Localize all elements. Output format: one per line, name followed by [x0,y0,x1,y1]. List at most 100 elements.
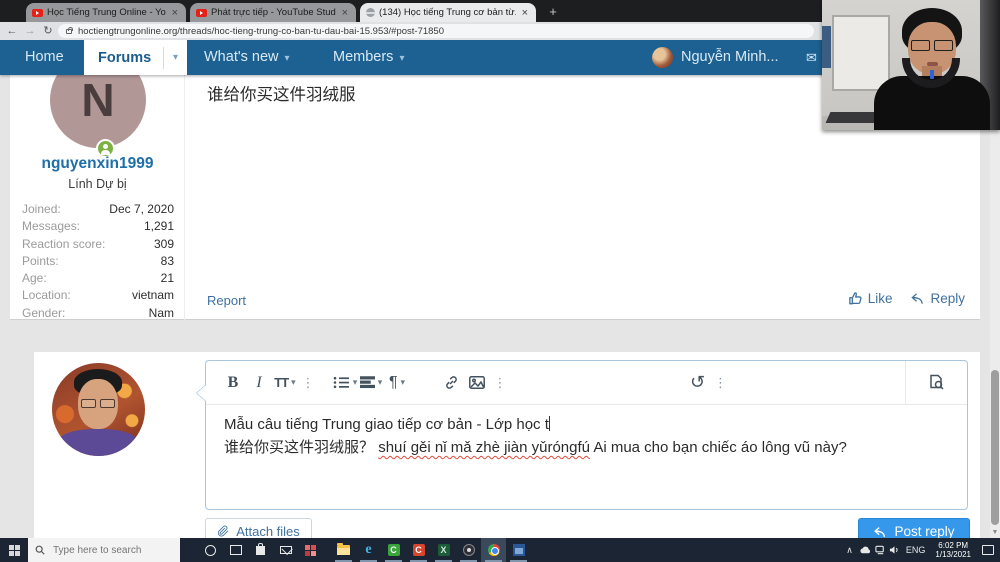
stat-row: Points: 83 [22,253,174,268]
nav-user-avatar[interactable] [652,47,673,68]
bold-button[interactable]: B [220,368,246,398]
chevron-down-icon[interactable]: ▾ [163,46,187,69]
undo-button[interactable]: ↺ [685,368,711,398]
pen [930,70,934,79]
app-icon-red-grid[interactable] [298,538,323,562]
author-username[interactable]: nguyenxin1999 [10,155,185,173]
network-icon[interactable] [875,545,886,555]
excel-icon[interactable]: X [431,538,456,562]
nav-members[interactable]: Members ▾ [333,40,404,75]
camtasia-red-icon[interactable]: C [406,538,431,562]
more-options-icon[interactable]: ⋮ [298,368,318,398]
back-icon[interactable]: ← [4,23,20,39]
store-icon[interactable] [248,538,273,562]
browser-tab-3-active[interactable]: (134) Học tiếng Trung cơ bản từ... × [360,3,536,22]
start-button[interactable] [0,538,28,562]
editor-pointer [197,385,206,401]
more-options-icon[interactable]: ⋮ [490,368,510,398]
action-center-icon[interactable] [982,545,994,555]
chrome-icon[interactable] [481,538,506,562]
attach-files-button[interactable]: Attach files [205,518,312,538]
paragraph-format-button[interactable]: ¶ ▾ [384,368,410,398]
stat-row: Messages: 1,291 [22,219,174,234]
post-reply-button[interactable]: Post reply [858,518,970,538]
tab-title: Phát trực tiếp - YouTube Studio [211,7,336,18]
wall-poster [822,26,831,68]
photos-icon[interactable] [506,538,531,562]
reply-button[interactable]: Reply [910,291,965,306]
thumbs-up-icon [848,292,862,305]
chevron-down-icon: ▾ [400,377,406,387]
tab-close-icon[interactable]: × [170,7,180,18]
edge-icon[interactable]: e [356,538,381,562]
inbox-envelope-icon[interactable]: ✉ [806,40,817,75]
globe-favicon [366,8,375,17]
hidden-icons-chevron[interactable]: ∧ [843,545,856,556]
taskbar-search[interactable] [28,538,180,562]
forward-icon[interactable]: → [22,23,38,39]
post-author-cell: N nguyenxin1999 Lính Dự bị Joined: Dec 7,… [10,75,185,320]
reply-editor[interactable]: B I TT ▾ ⋮ ▾ ▾ ¶ ▾ ⋮ ↺ ⋮ Mẫu câu tiếng T… [197,360,968,510]
nav-home[interactable]: Home [25,40,64,75]
task-view-icon[interactable] [223,538,248,562]
preview-icon [930,374,944,390]
preview-button[interactable] [905,360,967,405]
search-input[interactable] [51,543,161,557]
italic-button[interactable]: I [246,368,272,398]
lock-icon [66,26,73,34]
chevron-down-icon: ▾ [291,377,296,387]
speaker-icon[interactable] [889,545,900,555]
new-tab-button[interactable]: + [544,3,562,21]
clock-time: 6:02 PM [938,541,969,550]
nav-whats-new[interactable]: What's new ▾ [204,40,290,75]
nav-user-name[interactable]: Nguyễn Minh... [681,40,779,75]
report-link[interactable]: Report [207,293,246,308]
onedrive-cloud-icon[interactable] [859,546,872,555]
browser-tab-2[interactable]: Phát trực tiếp - YouTube Studio × [190,3,356,22]
text-caret [548,416,550,431]
align-button[interactable]: ▾ [358,368,384,398]
nav-forums-active[interactable]: Forums ▾ [84,40,187,75]
post-message-text: 谁给你买这件羽绒服 [207,86,356,104]
file-explorer-icon[interactable] [331,538,356,562]
stat-row: Age: 21 [22,271,174,286]
tab-close-icon[interactable]: × [340,7,350,18]
insert-link-button[interactable] [438,368,464,398]
camtasia-green-icon[interactable]: C [381,538,406,562]
windows-logo-icon [8,544,20,556]
clock-date: 1/13/2021 [935,550,971,559]
screen: Học Tiếng Trung Online - YouTu... × Phát… [0,0,1000,562]
laptop [825,112,881,123]
refresh-icon[interactable]: ↻ [40,23,56,39]
current-user-avatar[interactable] [52,363,145,456]
stat-row: Gender: Nam [22,305,174,320]
language-indicator[interactable]: ENG [903,545,929,555]
obs-icon[interactable] [456,538,481,562]
scroll-down-arrow[interactable]: ▼ [990,528,1000,538]
insert-image-button[interactable] [464,368,490,398]
cortana-icon[interactable] [198,538,223,562]
url-field[interactable]: hoctiengtrungonline.org/threads/hoc-tien… [58,24,814,38]
editor-line-2: 谁给你买这件羽绒服？ shuí gěi nǐ mǎ zhè jiàn yǔrón… [224,439,847,456]
align-icon [359,376,375,389]
tab-title: (134) Học tiếng Trung cơ bản từ... [379,7,516,18]
author-stats: Joined: Dec 7, 2020 Messages: 1,291 Reacti… [22,201,174,322]
author-avatar[interactable]: N [50,75,146,148]
image-icon [469,376,485,389]
like-button[interactable]: Like [848,291,892,306]
browser-tab-1[interactable]: Học Tiếng Trung Online - YouTu... × [26,3,186,22]
stat-row: Joined: Dec 7, 2020 [22,202,174,216]
taskbar-clock[interactable]: 6:02 PM 1/13/2021 [931,541,975,559]
editor-text[interactable]: Mẫu câu tiếng Trung giao tiếp cơ bản - L… [224,413,953,459]
chevron-down-icon: ▾ [284,53,290,64]
tab-close-icon[interactable]: × [520,7,530,18]
font-size-button[interactable]: TT ▾ [272,368,298,398]
mail-icon[interactable] [273,538,298,562]
youtube-favicon [196,8,207,17]
scrollbar-thumb[interactable] [991,370,999,525]
list-button[interactable]: ▾ [332,368,358,398]
more-options-icon[interactable]: ⋮ [711,368,731,398]
stat-row: Reaction score: 309 [22,236,174,251]
windows-taskbar: e C C X ∧ ENG 6:02 PM 1/13/2021 [0,538,1000,562]
quick-reply-card: B I TT ▾ ⋮ ▾ ▾ ¶ ▾ ⋮ ↺ ⋮ Mẫu câu tiếng T… [34,352,980,538]
